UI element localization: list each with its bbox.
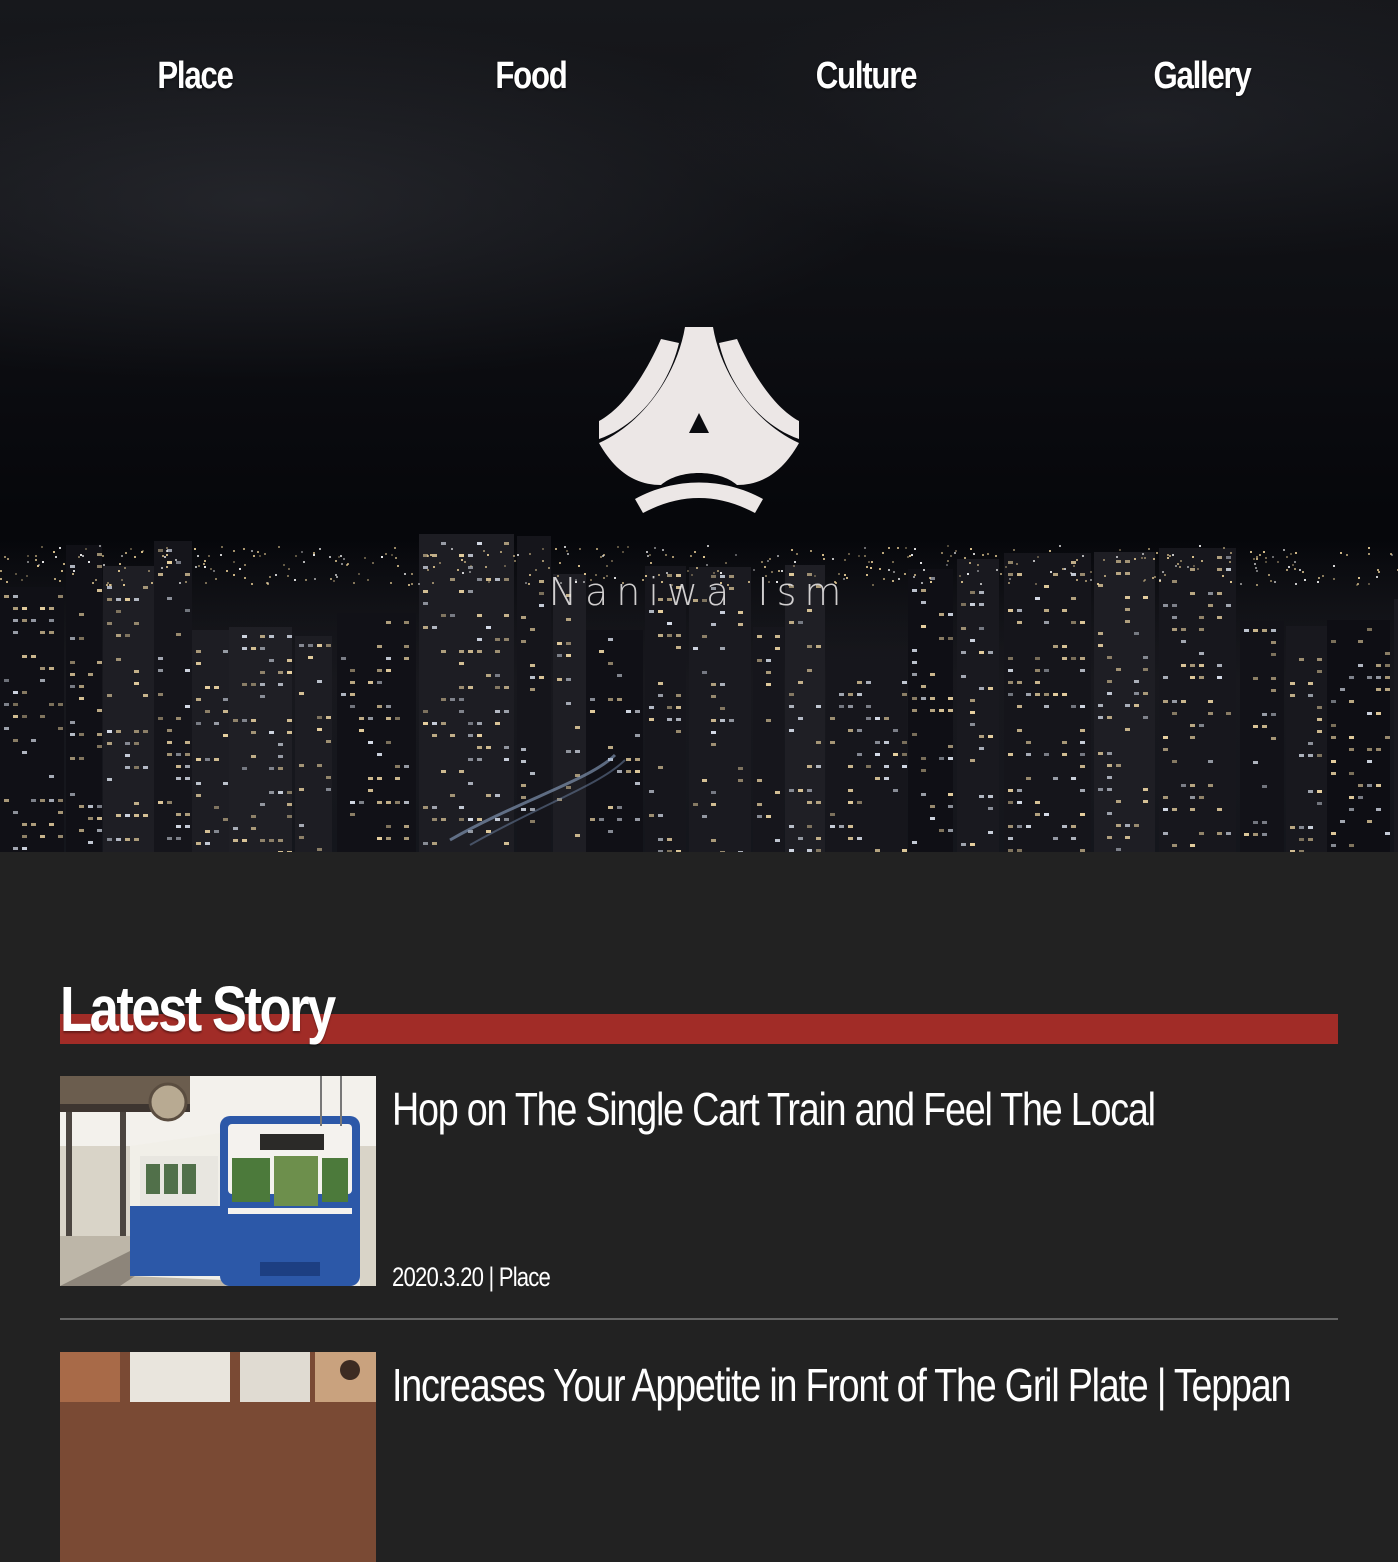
section-heading: Latest Story [60,973,1338,1046]
story-title[interactable]: Hop on The Single Cart Train and Feel Th… [392,1082,1376,1136]
nav-item-food[interactable]: Food [441,55,621,98]
meta-separator: | [488,1262,494,1292]
story-item[interactable]: Hop on The Single Cart Train and Feel Th… [60,1076,1338,1296]
story-item[interactable]: Increases Your Appetite in Front of The … [60,1352,1338,1562]
site-logo-text[interactable]: Naniwa Ism [499,570,899,620]
nav-item-place[interactable]: Place [105,55,285,98]
nav-item-gallery[interactable]: Gallery [1112,55,1292,98]
section-title: Latest Story [60,973,336,1045]
story-date: 2020.3.20 [392,1262,484,1292]
story-category-link[interactable]: Place [499,1262,551,1292]
latest-stories-section: Latest Story Hop on The Single Cart Trai… [0,852,1398,1562]
hero-banner: Place Food Culture Gallery Naniwa Ism [0,0,1398,852]
main-nav: Place Food Culture Gallery [0,55,1398,105]
naniwa-ism-logo-icon [599,327,799,513]
story-title[interactable]: Increases Your Appetite in Front of The … [392,1358,1376,1412]
story-thumbnail-train-image[interactable] [60,1076,376,1286]
nav-item-culture[interactable]: Culture [776,55,956,98]
story-divider [60,1318,1338,1320]
story-thumbnail-teppan-image[interactable] [60,1352,376,1562]
story-meta: 2020.3.20 | Place [392,1262,551,1293]
